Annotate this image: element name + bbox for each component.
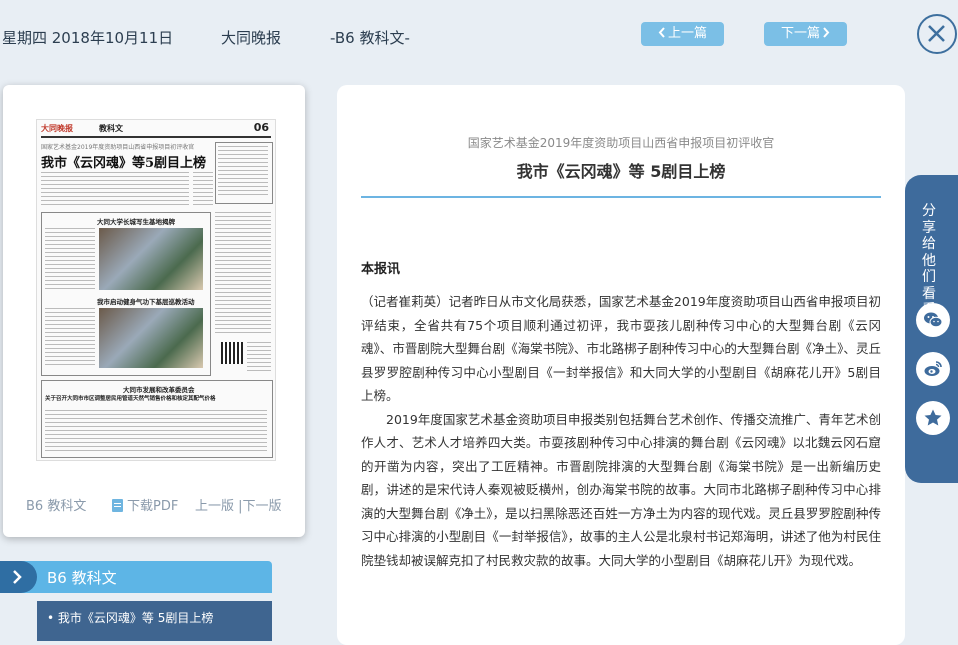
thumb-rule xyxy=(41,136,271,138)
page-section: -B6 教科文- xyxy=(330,29,410,47)
issue-date: 星期四 2018年10月11日 xyxy=(2,29,174,47)
thumb-logo: 大同晚报 xyxy=(41,124,73,133)
article-title: 我市《云冈魂》等 5剧目上榜 xyxy=(516,162,726,181)
thumb-qr-code xyxy=(221,342,243,364)
chevron-left-icon xyxy=(658,27,665,38)
thumb-section-link[interactable]: B6 教科文 xyxy=(26,495,86,514)
wechat-icon xyxy=(924,312,943,328)
favorite-star-icon xyxy=(924,409,942,426)
download-pdf-label: 下载PDF xyxy=(127,499,179,514)
thumb-text-block xyxy=(45,228,95,290)
thumb-masthead: 大同晚报 教科文 06 xyxy=(41,121,271,135)
thumb-text-block xyxy=(45,308,95,368)
newspaper-page-thumbnail[interactable]: 大同晚报 教科文 06 国家艺术基金2019年度资助项目山西省申报项目初评收官 … xyxy=(36,119,276,461)
pdf-download-icon xyxy=(112,499,123,512)
close-button[interactable] xyxy=(917,14,957,54)
share-weibo-button[interactable] xyxy=(916,352,950,386)
thumb-page-number: 06 xyxy=(253,121,269,134)
thumb-photo xyxy=(99,308,203,368)
thumb-section: 教科文 xyxy=(99,124,123,133)
section-menu-title: B6 教科文 xyxy=(47,569,117,587)
thumb-headline: 我市《云冈魂》等5剧目上榜 xyxy=(41,156,207,171)
thumb-text-block xyxy=(193,172,213,208)
thumb-text-block xyxy=(247,342,271,372)
download-pdf-link[interactable]: 下载PDF xyxy=(112,495,178,514)
page-nav-links: 上一版 |下一版 xyxy=(195,495,282,514)
prev-article-label: 上一篇 xyxy=(667,26,707,41)
section-menu-item[interactable]: • 我市《云冈魂》等 5剧目上榜 xyxy=(37,601,272,641)
article-body: （记者崔莉英）记者昨日从市文化局获悉，国家艺术基金2019年度资助项目山西省申报… xyxy=(361,290,881,572)
article-divider xyxy=(361,196,881,198)
thumb-text-block xyxy=(45,410,267,452)
thumb-bottom-title: 大同市发展和改革委员会 xyxy=(123,386,195,394)
chevron-right-icon xyxy=(823,27,830,38)
top-header: 星期四 2018年10月11日 大同晚报 -B6 教科文- 上一篇 下一篇 xyxy=(0,0,958,70)
share-label: 分享给他们看看 xyxy=(922,203,936,318)
section-menu-header[interactable]: B6 教科文 xyxy=(0,561,272,593)
thumb-text-block xyxy=(41,172,189,208)
prev-article-button[interactable]: 上一篇 xyxy=(641,22,724,46)
thumb-bottom-subtitle: 关于召开大同市市区调整居民用管道天然气销售价格和核定其配气价格 xyxy=(45,396,216,402)
thumb-box1-title: 大同大学长城写生基地揭牌 xyxy=(97,218,175,226)
next-article-label: 下一篇 xyxy=(780,26,820,41)
next-article-button[interactable]: 下一篇 xyxy=(764,22,847,46)
share-wechat-button[interactable] xyxy=(916,303,950,337)
thumb-kicker: 国家艺术基金2019年度资助项目山西省申报项目初评收官 xyxy=(41,144,195,151)
share-sidebar: 分享给他们看看 xyxy=(905,175,958,483)
article-panel: 国家艺术基金2019年度资助项目山西省申报项目初评收官 我市《云冈魂》等 5剧目… xyxy=(337,85,905,645)
section-menu: B6 教科文 • 我市《云冈魂》等 5剧目上榜 xyxy=(0,561,272,641)
next-page-link[interactable]: 下一版 xyxy=(243,499,282,514)
share-favorite-button[interactable] xyxy=(916,401,950,435)
close-icon xyxy=(928,25,945,42)
thumb-box2-title: 我市启动健身气功下基层巡教活动 xyxy=(97,298,195,306)
paper-name: 大同晚报 xyxy=(221,29,282,47)
article-kicker: 国家艺术基金2019年度资助项目山西省申报项目初评收官 xyxy=(467,136,775,150)
article-paragraph: 2019年度国家艺术基金资助项目申报类别包括舞台艺术创作、传播交流推广、青年艺术… xyxy=(361,411,881,568)
thumb-section-label: B6 教科文 xyxy=(26,499,87,514)
thumb-text-block xyxy=(215,212,271,336)
prev-page-link[interactable]: 上一版 xyxy=(195,499,234,514)
section-toggle[interactable] xyxy=(0,561,37,593)
weibo-icon xyxy=(924,361,942,376)
article-paragraph: （记者崔莉英）记者昨日从市文化局获悉，国家艺术基金2019年度资助项目山西省申报… xyxy=(361,294,881,403)
page-thumbnail-card: 大同晚报 教科文 06 国家艺术基金2019年度资助项目山西省申报项目初评收官 … xyxy=(3,85,305,537)
thumb-text-block xyxy=(218,146,268,198)
article-lead: 本报讯 xyxy=(361,262,401,277)
chevron-right-icon xyxy=(13,570,22,584)
thumb-photo xyxy=(99,228,203,290)
